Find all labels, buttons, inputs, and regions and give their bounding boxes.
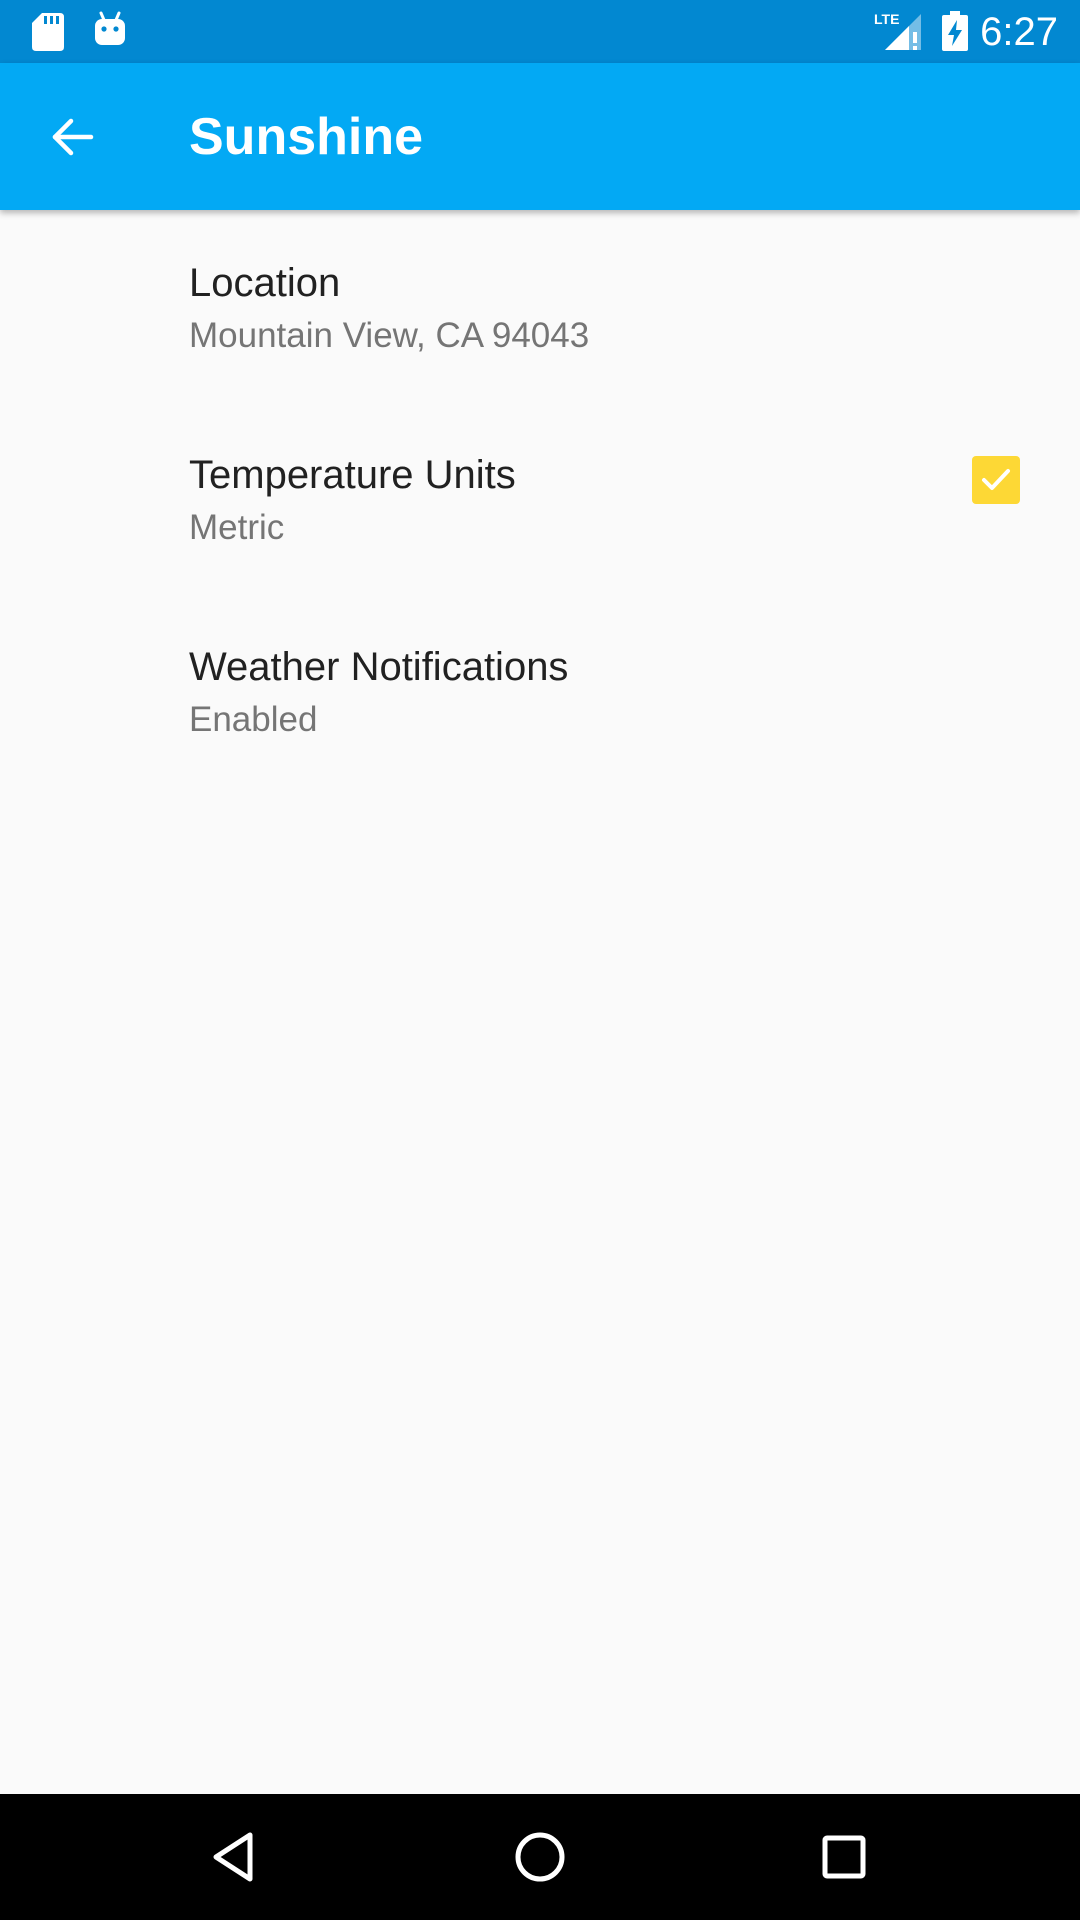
recents-square-icon (822, 1835, 866, 1879)
notifications-checkbox[interactable] (972, 456, 1020, 504)
back-triangle-icon (213, 1832, 253, 1882)
battery-charging-icon (942, 11, 968, 51)
status-clock: 6:27 (980, 10, 1058, 54)
navigation-bar (0, 1794, 1080, 1920)
nav-recents-button[interactable] (804, 1817, 884, 1897)
preference-summary: Mountain View, CA 94043 (189, 316, 590, 355)
preference-list: Location Mountain View, CA 94043 Tempera… (0, 210, 1080, 786)
arrow-back-icon (52, 118, 94, 156)
android-icon (95, 11, 125, 45)
preference-title: Location (189, 261, 341, 305)
nav-home-button[interactable] (500, 1817, 580, 1897)
preference-temperature-units[interactable]: Temperature Units Metric (0, 402, 1080, 594)
sd-card-icon (32, 13, 64, 51)
checkmark-icon (982, 469, 1010, 490)
status-bar: LTE 6:27 (0, 0, 1080, 63)
app-title: Sunshine (189, 108, 424, 166)
svg-text:LTE: LTE (874, 11, 899, 27)
app-bar: Sunshine (0, 63, 1080, 210)
preference-summary: Metric (189, 508, 285, 547)
preference-title: Temperature Units (189, 453, 516, 497)
settings-screen: LTE 6:27 Sunshine Location Mountain View… (0, 0, 1080, 1920)
nav-back-button[interactable] (196, 1817, 276, 1897)
preference-summary: Enabled (189, 700, 318, 739)
back-button[interactable] (28, 92, 118, 182)
preference-weather-notifications[interactable]: Weather Notifications Enabled (0, 594, 1080, 786)
home-circle-icon (515, 1832, 565, 1882)
lte-signal-icon: LTE (874, 11, 921, 50)
preference-title: Weather Notifications (189, 645, 569, 689)
preference-location[interactable]: Location Mountain View, CA 94043 (0, 210, 1080, 402)
